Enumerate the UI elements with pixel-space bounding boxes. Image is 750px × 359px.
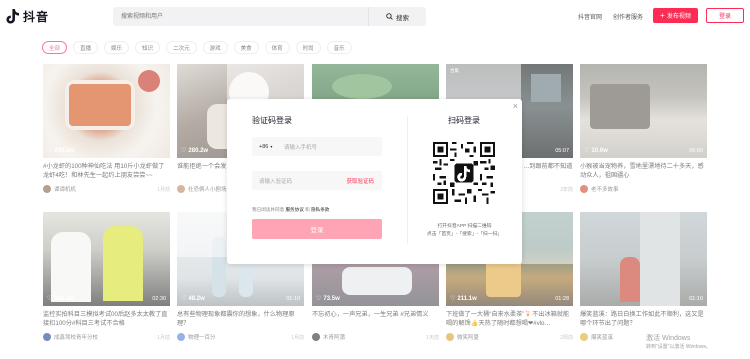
phone-input[interactable]: 请输入手机号 [280,143,317,151]
video-likes: ♡ 243.3w [47,147,75,155]
video-duration: 06:00 [689,148,703,154]
heart-icon: ♡ [316,296,322,302]
video-duration: 02:30 [152,296,166,302]
login-submit-button[interactable]: 登录 [252,219,382,239]
privacy-policy-link[interactable]: 隐私条款 [311,207,329,212]
agreement-and: 和 [305,207,310,212]
watermark-line1: 激活 Windows [646,335,691,342]
video-likes: ♡ 10.0w [584,147,608,155]
douyin-logo[interactable]: 抖音 [6,8,49,24]
heart-icon: ♡ [181,148,187,154]
top-header: 抖音 搜索 抖音官网 创作者服务 + 发布视频 登录 [0,0,750,33]
phone-field[interactable]: +86 ▾ 请输入手机号 [252,137,382,156]
scan-tip-line1: 打开抖音APP 扫描二维码 [437,224,492,229]
heart-icon: ♡ [181,296,187,302]
heart-icon: ♡ [47,148,53,154]
search-bar: 搜索 [113,7,426,26]
video-duration: 05:07 [555,148,569,154]
video-likes: ♡ 198.3w [47,295,75,303]
video-duration: 01:28 [555,296,569,302]
windows-activation-watermark: 激活 Windows 转到“设置”以激活 Windows。 [646,334,711,352]
video-likes: ♡ 280.2w [181,147,209,155]
login-modal: × 验证码登录 +86 ▾ 请输入手机号 请输入验证码 获取验证码 我已阅读并同… [227,99,522,264]
code-field[interactable]: 请输入验证码 获取验证码 [252,171,382,190]
plus-icon: + [660,10,665,20]
scan-tip-line2: 点击「首页」-「搜索」-「扫一扫」 [426,232,503,237]
chevron-down-icon: ▾ [270,144,273,149]
qr-login-title: 扫码登录 [448,116,480,125]
qr-code-icon [433,142,495,204]
douyin-logo-icon [6,9,19,24]
logo-text: 抖音 [23,9,50,24]
country-code: +86 [259,143,269,150]
code-login-title: 验证码登录 [252,116,292,125]
search-button-label: 搜索 [396,14,409,22]
country-code-select[interactable]: +86 ▾ [252,144,280,150]
modal-divider [407,116,408,244]
video-likes: ♡ 48.2w [181,295,205,303]
code-input[interactable]: 请输入验证码 [252,177,292,185]
get-code-button[interactable]: 获取验证码 [346,177,374,185]
search-button[interactable]: 搜索 [368,7,426,26]
video-duration: 01:10 [286,296,300,302]
agreement-prefix: 我已阅读并同意 [252,207,285,212]
video-likes: ♡ 211.1w [450,295,477,303]
publish-video-label: 发布视频 [666,14,691,20]
scan-instructions: 打开抖音APP 扫描二维码 点击「首页」-「搜索」-「扫一扫」 [417,223,512,239]
search-icon [386,13,393,20]
service-agreement-link[interactable]: 服务协议 [285,207,303,212]
video-likes: ♡ 73.5w [316,295,340,303]
video-duration: 01:10 [689,296,703,302]
search-input[interactable] [113,7,368,26]
agreement-row: 我已阅读并同意 服务协议 和 隐私条款 [252,207,329,213]
watermark-line2: 转到“设置”以激活 Windows。 [646,344,712,350]
header-login-button[interactable]: 登录 [706,8,744,23]
publish-video-button[interactable]: + 发布视频 [653,8,698,23]
official-site-link[interactable]: 抖音官网 [578,12,602,21]
close-icon[interactable]: × [513,101,518,111]
heart-icon: ♡ [47,296,53,302]
heart-icon: ♡ [450,296,456,302]
heart-icon: ♡ [584,148,590,154]
creator-service-link[interactable]: 创作者服务 [613,12,643,21]
